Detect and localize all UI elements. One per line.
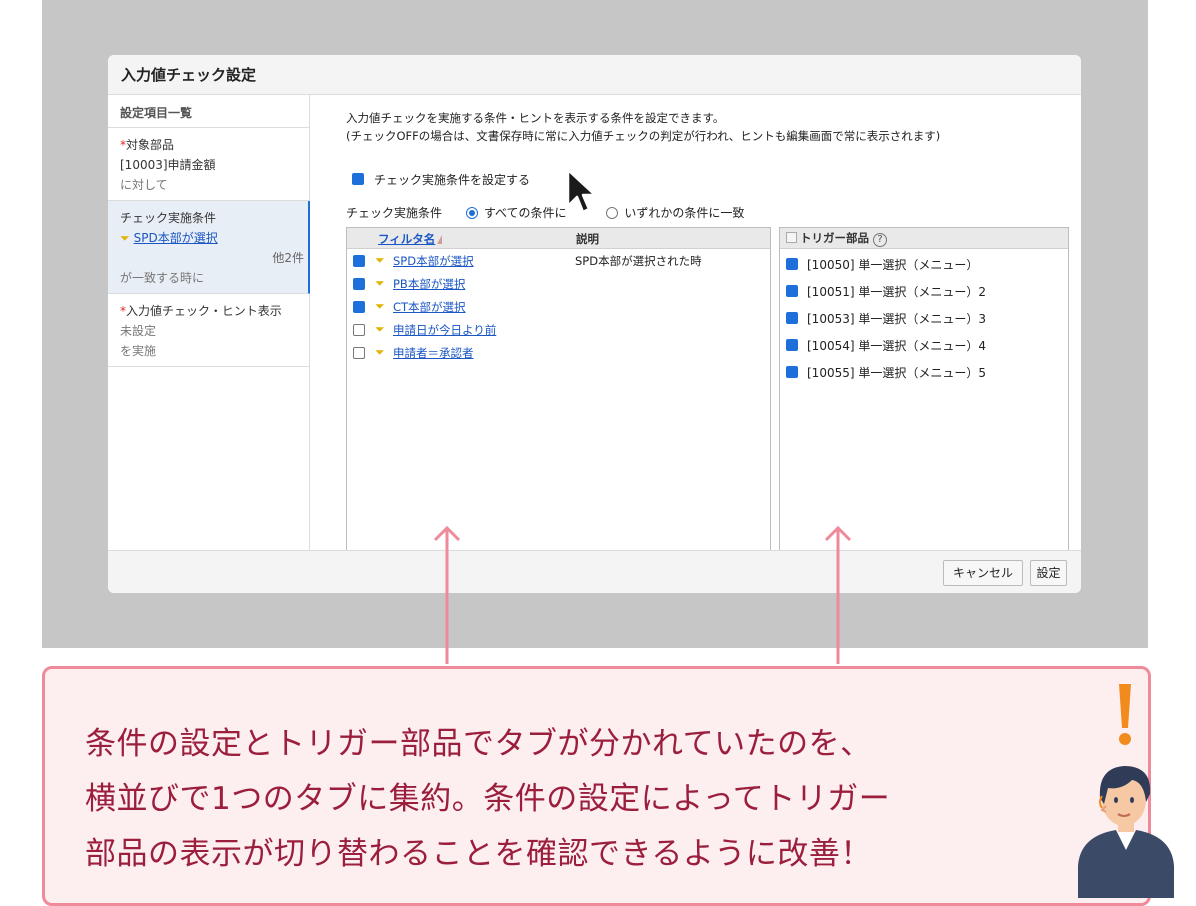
nav-section-value: 未設定 (120, 324, 157, 338)
column-header-description: 説明 (576, 232, 599, 246)
filter-name-link[interactable]: PB本部が選択 (393, 276, 465, 292)
nav-section-note: を実施 (120, 344, 157, 358)
dialog-body: 設定項目一覧 *対象部品 [10003]申請金額 に対して チェック実施条件 ⏷… (108, 95, 1081, 552)
nav-section-note: に対して (120, 178, 168, 192)
radio-selected-icon[interactable] (465, 207, 478, 219)
trigger-part-name: [10051] 単一選択（メニュー）2 (807, 285, 986, 299)
filter-description: SPD本部が選択された時 (575, 254, 702, 268)
select-all-checkbox[interactable] (786, 232, 797, 243)
nav-section-check-condition[interactable]: チェック実施条件 ⏷ SPD本部が選択 他2件 が一致する時に (108, 201, 310, 294)
ok-button[interactable]: 設定 (1030, 560, 1067, 586)
callout-line: 横並びで1つのタブに集約。条件の設定によってトリガー (85, 781, 891, 817)
filter-name-link[interactable]: 申請者＝承認者 (393, 345, 474, 361)
enable-check-checkbox[interactable]: チェック実施条件を設定する (352, 171, 530, 188)
nav-section-value: [10003]申請金額 (120, 158, 216, 172)
trigger-row[interactable]: [10055] 単一選択（メニュー）5 (780, 357, 1068, 384)
dialog-title: 入力値チェック設定 (108, 55, 1081, 95)
checkbox-checked-icon[interactable] (786, 285, 798, 297)
nav-section-label: 対象部品 (126, 138, 175, 152)
nav-section-label: 入力値チェック・ヒント表示 (126, 304, 282, 318)
callout-text: 条件の設定とトリガー部品でタブが分かれていたのを、 横並びで1つのタブに集約。条… (85, 717, 890, 882)
condition-mode-group: チェック実施条件 すべての条件に いずれかの条件に一致 (346, 204, 744, 221)
nav-header: 設定項目一覧 (108, 95, 309, 128)
funnel-icon: ⏷ (375, 276, 385, 290)
filter-row[interactable]: ⏷ 申請者＝承認者 (347, 341, 770, 364)
trigger-row[interactable]: [10053] 単一選択（メニュー）3 (780, 303, 1068, 330)
funnel-icon: ⏷ (120, 231, 130, 245)
filter-name-link[interactable]: CT本部が選択 (393, 299, 466, 315)
nav-section-title: チェック実施条件 (120, 211, 217, 225)
trigger-header-label: トリガー部品 (800, 231, 869, 245)
filter-name-link[interactable]: 申請日が今日より前 (393, 322, 496, 338)
description: 入力値チェックを実施する条件・ヒントを表示する条件を設定できます。 (チェックO… (346, 109, 1076, 145)
help-icon[interactable]: ? (873, 233, 887, 247)
trigger-row[interactable]: [10051] 単一選択（メニュー）2 (780, 276, 1068, 303)
filter-table-header: フィルタ名 説明 (347, 228, 770, 249)
person-illustration-icon (1078, 766, 1174, 898)
funnel-icon: ⏷ (375, 299, 385, 313)
dialog-footer: キャンセル 設定 (108, 550, 1081, 593)
nav-section-filter: ⏷ SPD本部が選択 (120, 228, 296, 248)
checkbox-label: チェック実施条件を設定する (374, 173, 531, 187)
trigger-part-name: [10054] 単一選択（メニュー）4 (807, 339, 986, 353)
sort-icon (437, 235, 443, 244)
nav-section-target-part[interactable]: *対象部品 [10003]申請金額 に対して (108, 128, 309, 201)
filter-rows: ⏷ SPD本部が選択 SPD本部が選択された時 ⏷ PB本部が選択 ⏷ CT本部が選択 ⏷ 申請… (347, 249, 770, 364)
checkbox-checked-icon[interactable] (786, 258, 798, 270)
filter-table: フィルタ名 説明 ⏷ SPD本部が選択 SPD本部が選択された時 ⏷ PB本部が選択 ⏷ C… (346, 227, 771, 552)
callout-line: 条件の設定とトリガー部品でタブが分かれていたのを、 (85, 726, 872, 762)
cancel-button[interactable]: キャンセル (943, 560, 1023, 586)
filter-row[interactable]: ⏷ 申請日が今日より前 (347, 318, 770, 341)
condition-label: チェック実施条件 (346, 206, 443, 220)
trigger-row[interactable]: [10050] 単一選択（メニュー） (780, 249, 1068, 276)
trigger-part-name: [10050] 単一選択（メニュー） (807, 258, 979, 272)
checkbox-checked-icon[interactable] (786, 339, 798, 351)
filter-row[interactable]: ⏷ CT本部が選択 (347, 295, 770, 318)
nav-section-title: *入力値チェック・ヒント表示 (120, 301, 297, 321)
trigger-row[interactable]: [10054] 単一選択（メニュー）4 (780, 330, 1068, 357)
description-line: (チェックOFFの場合は、文書保存時に常に入力値チェックの判定が行われ、ヒントも… (346, 129, 941, 143)
nav-section-note: が一致する時に (120, 271, 205, 285)
settings-nav: 設定項目一覧 *対象部品 [10003]申請金額 に対して チェック実施条件 ⏷… (108, 95, 310, 550)
radio-unselected-icon[interactable] (606, 207, 619, 219)
radio-label: いずれかの条件に一致 (624, 206, 745, 220)
radio-all-conditions[interactable]: すべての条件に (465, 206, 567, 220)
nav-section-check-hint[interactable]: *入力値チェック・ヒント表示 未設定 を実施 (108, 294, 309, 367)
callout-line: 部品の表示が切り替わることを確認できるように改善！ (85, 836, 872, 872)
arrow-up-icon (824, 526, 852, 664)
funnel-icon: ⏷ (375, 253, 385, 267)
trigger-part-name: [10053] 単一選択（メニュー）3 (807, 312, 986, 326)
trigger-table-header: トリガー部品? (780, 228, 1068, 249)
column-header-label[interactable]: フィルタ名 (378, 232, 435, 246)
trigger-rows: [10050] 単一選択（メニュー） [10051] 単一選択（メニュー）2 [10… (780, 249, 1068, 384)
checkbox-checked-icon[interactable] (353, 301, 365, 313)
trigger-part-name: [10055] 単一選択（メニュー）5 (807, 366, 986, 380)
settings-main: 入力値チェックを実施する条件・ヒントを表示する条件を設定できます。 (チェックO… (346, 109, 1076, 552)
description-line: 入力値チェックを実施する条件・ヒントを表示する条件を設定できます。 (346, 111, 725, 125)
input-check-settings-dialog: 入力値チェック設定 設定項目一覧 *対象部品 [10003]申請金額 に対して … (108, 55, 1081, 593)
nav-section-more: 他2件 (272, 251, 304, 265)
filter-row[interactable]: ⏷ PB本部が選択 (347, 272, 770, 295)
checkbox-unchecked-icon[interactable] (353, 324, 365, 336)
nav-section-title: *対象部品 (120, 135, 297, 155)
checkbox-checked-icon[interactable] (786, 312, 798, 324)
funnel-icon: ⏷ (375, 322, 385, 336)
trigger-parts-table: トリガー部品? [10050] 単一選択（メニュー） [10051] 単一選択（メ… (779, 227, 1069, 552)
filter-name-link[interactable]: SPD本部が選択 (393, 253, 474, 269)
checkbox-unchecked-icon[interactable] (353, 347, 365, 359)
callout-box: 条件の設定とトリガー部品でタブが分かれていたのを、 横並びで1つのタブに集約。条… (42, 666, 1151, 906)
exclamation-icon (1119, 684, 1131, 745)
radio-label: すべての条件に (483, 206, 567, 220)
checkbox-checked-icon[interactable] (352, 173, 364, 185)
column-header-filter-name[interactable]: フィルタ名 (378, 231, 443, 247)
filter-row[interactable]: ⏷ SPD本部が選択 SPD本部が選択された時 (347, 249, 770, 272)
mouse-pointer-icon (566, 168, 597, 214)
funnel-icon: ⏷ (375, 345, 385, 359)
arrow-up-icon (433, 526, 461, 664)
checkbox-checked-icon[interactable] (353, 255, 365, 267)
checkbox-checked-icon[interactable] (786, 366, 798, 378)
checkbox-checked-icon[interactable] (353, 278, 365, 290)
radio-any-condition[interactable]: いずれかの条件に一致 (606, 206, 744, 220)
filter-link[interactable]: SPD本部が選択 (134, 231, 218, 245)
